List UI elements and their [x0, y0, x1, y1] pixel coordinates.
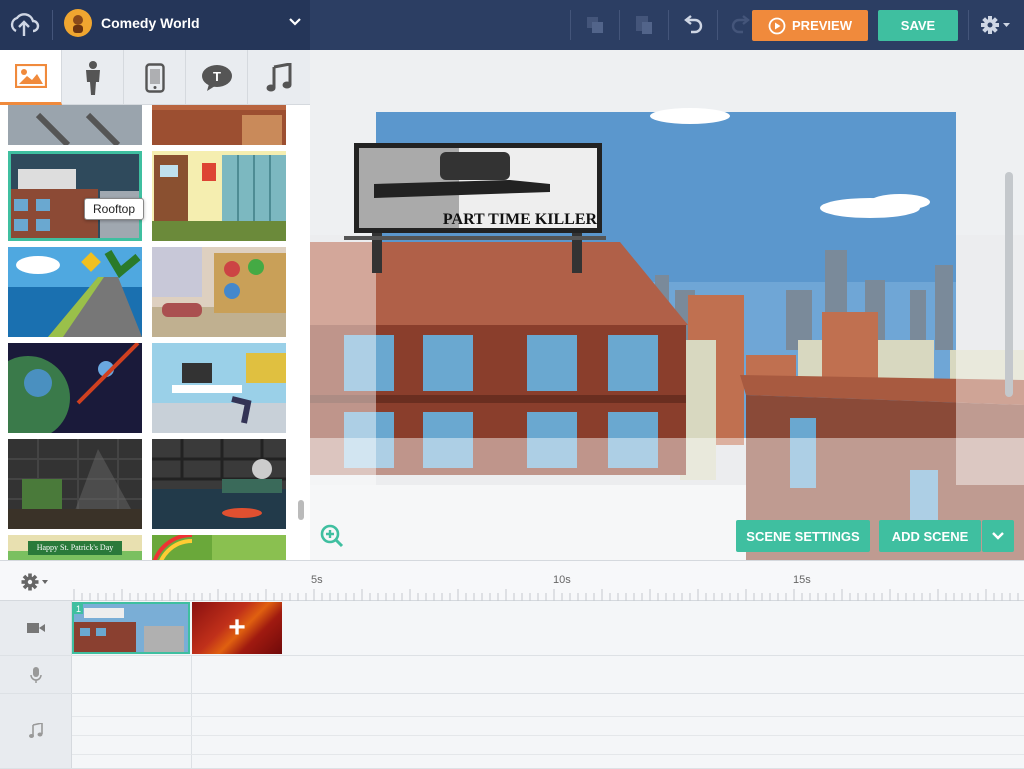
timeline-settings-gear-icon[interactable] [20, 572, 50, 592]
music-track[interactable] [0, 694, 1024, 769]
divider [968, 10, 969, 40]
divider [717, 10, 718, 40]
speech-bubble-icon: T [201, 64, 232, 91]
thumbnail-tooltip: Rooftop [84, 198, 145, 220]
library-thumbnail[interactable] [152, 343, 286, 433]
image-icon [14, 64, 47, 88]
scene-clip[interactable]: 1 [72, 602, 190, 654]
scene-settings-button[interactable]: SCENE SETTINGS [736, 520, 870, 552]
divider [619, 10, 620, 40]
library-thumbnail[interactable] [152, 247, 286, 337]
clip-number: 1 [74, 604, 84, 614]
preview-button[interactable]: PREVIEW [752, 10, 868, 41]
project-title[interactable]: Comedy World [101, 15, 200, 31]
play-icon [768, 17, 786, 34]
banner-text: Happy St. Patrick's Day [36, 543, 114, 552]
track-row-line [72, 735, 1024, 736]
voice-track-label [0, 656, 72, 693]
add-clip-button[interactable]: + [192, 602, 282, 654]
library-scrollbar[interactable] [298, 500, 304, 520]
library-thumbnail[interactable] [152, 105, 286, 145]
top-bar: Comedy World PREVIEW SAVE [0, 0, 1024, 50]
tab-music[interactable] [248, 50, 310, 105]
library-tabs: T [0, 50, 310, 105]
svg-text:T: T [213, 69, 221, 84]
stage-canvas[interactable]: PART TIME KILLER [310, 50, 1024, 560]
chevron-down-icon[interactable] [287, 14, 303, 30]
add-scene-button[interactable]: ADD SCENE [879, 520, 981, 552]
background-library: Rooftop Happy St. Patrick's Day [0, 105, 310, 560]
divider [52, 10, 53, 40]
tab-characters[interactable] [62, 50, 124, 105]
music-note-icon [266, 62, 292, 91]
video-track-label [0, 601, 72, 655]
undo-icon[interactable] [680, 12, 706, 38]
ruler-ticks [73, 589, 1019, 601]
settings-gear-icon[interactable] [980, 13, 1012, 37]
library-thumbnail[interactable] [8, 343, 142, 433]
tab-text[interactable]: T [186, 50, 248, 105]
timeline-ruler[interactable]: 5s 10s 15s [0, 561, 1024, 601]
chevron-down-icon [992, 532, 1004, 540]
track-row-line [72, 716, 1024, 717]
preview-label: PREVIEW [792, 18, 852, 33]
phone-icon [144, 62, 165, 93]
billboard-text: PART TIME KILLER [443, 211, 598, 228]
voice-track[interactable] [0, 656, 1024, 694]
copy-icon[interactable] [582, 12, 608, 38]
library-thumbnail[interactable] [152, 535, 286, 560]
plus-icon: + [228, 611, 246, 644]
library-thumbnail[interactable] [8, 439, 142, 529]
tab-devices[interactable] [124, 50, 186, 105]
library-thumbnail[interactable] [152, 151, 286, 241]
library-thumbnail[interactable]: Happy St. Patrick's Day [8, 535, 142, 560]
track-row-line [72, 754, 1024, 755]
tick-label-10s: 10s [553, 574, 571, 586]
music-note-icon [28, 723, 43, 738]
library-thumbnail-rooftop[interactable] [8, 151, 142, 241]
library-thumbnail[interactable] [8, 105, 142, 145]
divider [570, 10, 571, 40]
scene-preview[interactable]: PART TIME KILLER [310, 50, 1024, 560]
zoom-in-icon[interactable] [320, 524, 344, 548]
paste-icon[interactable] [631, 12, 657, 38]
microphone-icon [29, 666, 42, 683]
timeline: 5s 10s 15s 1 + [0, 560, 1024, 769]
library-thumbnail[interactable] [8, 247, 142, 337]
stage-scrollbar[interactable] [1005, 172, 1013, 397]
music-track-label [0, 694, 72, 768]
library-thumbnail[interactable] [152, 439, 286, 529]
save-button[interactable]: SAVE [878, 10, 958, 41]
person-icon [85, 60, 100, 95]
tab-backgrounds[interactable] [0, 50, 62, 105]
add-scene-dropdown[interactable] [982, 520, 1014, 552]
video-camera-icon [26, 623, 45, 633]
cloud-upload-icon[interactable] [7, 9, 41, 39]
tick-label-15s: 15s [793, 574, 811, 586]
divider [668, 10, 669, 40]
project-avatar[interactable] [64, 9, 92, 37]
redo-icon[interactable] [728, 12, 754, 38]
tick-label-5s: 5s [311, 574, 323, 586]
